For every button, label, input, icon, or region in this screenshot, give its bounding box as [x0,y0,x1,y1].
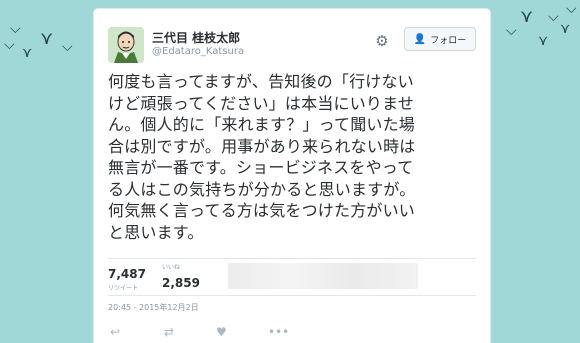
bird-icon: ⋎ [560,21,571,37]
bird-icon: ⌵ [62,39,73,55]
liker-avatars-blurred [228,263,418,289]
bird-icon: ⋎ [538,33,549,49]
bird-icon: ⌵ [10,21,21,37]
tweet-line: 何気無く言ってる方は気をつけた方がいい [108,201,416,220]
retweet-label: リツイート [108,285,139,292]
tweet-line: ん。個人的に「来れます？」って聞いた場 [108,115,416,134]
retweet-icon[interactable]: ⇄ [164,325,174,339]
heart-icon[interactable]: ♥ [216,325,227,339]
tweet-stats: 7,487 リツイート いいね 2,859 [108,262,478,292]
tweet-actions: ↩ ⇄ ♥ ••• [108,325,308,341]
tweet-line: 無言が一番です。ショービジネスをやって [108,158,414,177]
bird-icon: ⋎ [22,45,33,61]
tweet-line: 合は別ですが。用事があり来られない時は [108,136,416,156]
user-handle[interactable]: @Edataro_Katsura [152,46,244,57]
gear-icon[interactable]: ⚙ [374,33,390,49]
like-count: 2,859 [162,276,200,290]
tweet-line: る人はこの気持ちが分かると思いますが。 [108,179,416,199]
divider [108,258,476,259]
like-label: いいね [162,264,181,271]
bird-icon: ⌵ [4,37,15,53]
bird-icon: ⌵ [548,9,559,25]
add-user-icon: 👤 [413,33,427,45]
bird-icon: ⋎ [520,6,534,27]
follow-button[interactable]: 👤 フォロー [404,27,476,51]
tweet-line: 何度も言ってますが、告知後の「行けない [108,72,414,91]
retweet-count: 7,487 [108,267,146,281]
tweet-timestamp[interactable]: 20:45 - 2015年12月2日 [108,302,199,313]
avatar[interactable] [108,27,144,63]
tweet-card: 三代目 桂枝太郎 @Edataro_Katsura ⚙ 👤 フォロー 何度も言っ… [93,8,491,343]
avatar-illustration [108,27,144,63]
bird-icon: ⋎ [40,28,54,49]
tweet-text: 何度も言ってますが、告知後の「行けない けど頑張ってください」は本当にいりませ … [108,71,478,243]
bird-icon: ⌵ [506,23,517,39]
tweet-header: 三代目 桂枝太郎 @Edataro_Katsura ⚙ 👤 フォロー [108,27,476,67]
tweet-line: けど頑張ってください」は本当にいりませ [108,93,415,113]
more-icon[interactable]: ••• [268,325,289,339]
retweet-stat[interactable]: 7,487 リツイート [108,263,146,292]
follow-button-label: フォロー [430,35,467,46]
reply-icon[interactable]: ↩ [110,325,120,339]
tweet-line: と思います。 [108,222,204,242]
bird-icon: ⌵ [566,1,577,17]
like-stat[interactable]: いいね 2,859 [162,262,200,291]
display-name[interactable]: 三代目 桂枝太郎 [152,29,240,46]
divider [108,295,476,296]
